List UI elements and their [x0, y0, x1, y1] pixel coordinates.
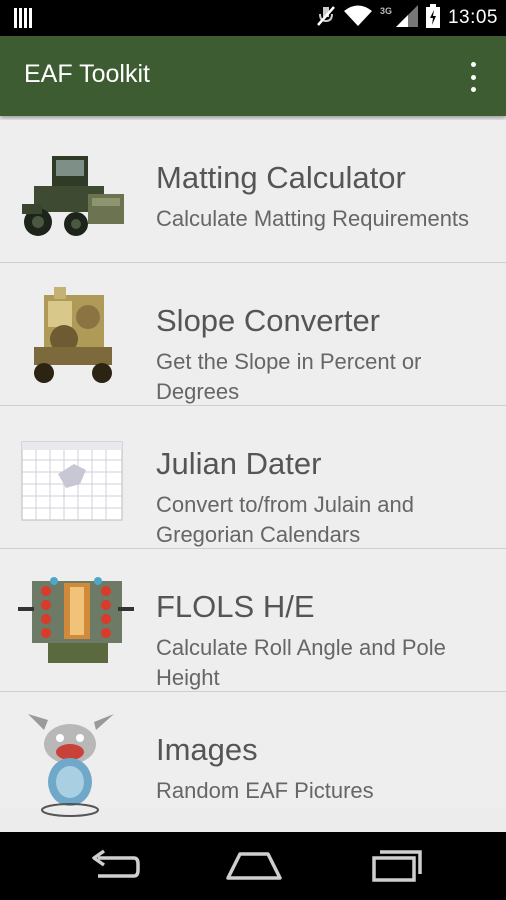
- app-title: EAF Toolkit: [24, 60, 150, 88]
- item-title: Julian Dater: [156, 446, 322, 481]
- item-title: Slope Converter: [156, 303, 381, 338]
- app-bar: EAF Toolkit: [0, 36, 506, 116]
- cartoon-mascot-image: [14, 710, 134, 818]
- item-subtitle: Get the Slope in Percent or Degrees: [156, 349, 422, 404]
- item-title: Images: [156, 732, 258, 767]
- recent-apps-icon[interactable]: [366, 848, 426, 884]
- tool-list: Matting Calculator Calculate Matting Req…: [0, 120, 506, 817]
- network-type: 3G: [379, 6, 392, 16]
- wifi-icon: [343, 5, 372, 32]
- back-icon[interactable]: [84, 848, 144, 884]
- list-item-images[interactable]: Images Random EAF Pictures: [0, 692, 506, 817]
- item-title: FLOLS H/E: [156, 589, 315, 624]
- clock: 13:05: [447, 7, 498, 28]
- item-subtitle: Convert to/from Julain and Gregorian Cal…: [156, 492, 415, 547]
- calendar-image: [14, 424, 134, 532]
- home-icon[interactable]: [224, 848, 284, 884]
- flols-lens-image: [14, 567, 134, 675]
- status-bar: 3G 13:05: [0, 0, 506, 36]
- battery-icon: [425, 3, 440, 33]
- item-title: Matting Calculator: [156, 160, 406, 195]
- notification-icon: [14, 8, 32, 33]
- list-item-julian-dater[interactable]: Julian Dater Convert to/from Julain and …: [0, 406, 506, 549]
- list-item-slope-converter[interactable]: Slope Converter Get the Slope in Percent…: [0, 263, 506, 406]
- list-item-matting-calculator[interactable]: Matting Calculator Calculate Matting Req…: [0, 120, 506, 263]
- overflow-menu-icon[interactable]: [460, 62, 486, 92]
- loader-vehicle-image: [14, 138, 134, 246]
- item-subtitle: Calculate Matting Requirements: [156, 206, 470, 231]
- item-subtitle: Calculate Roll Angle and Pole Height: [156, 635, 446, 690]
- arresting-gear-image: [14, 281, 134, 389]
- signal-icon: [395, 4, 418, 32]
- item-subtitle: Random EAF Pictures: [156, 778, 374, 803]
- mute-icon: [316, 5, 336, 32]
- list-item-flols[interactable]: FLOLS H/E Calculate Roll Angle and Pole …: [0, 549, 506, 692]
- navigation-bar: [0, 832, 506, 900]
